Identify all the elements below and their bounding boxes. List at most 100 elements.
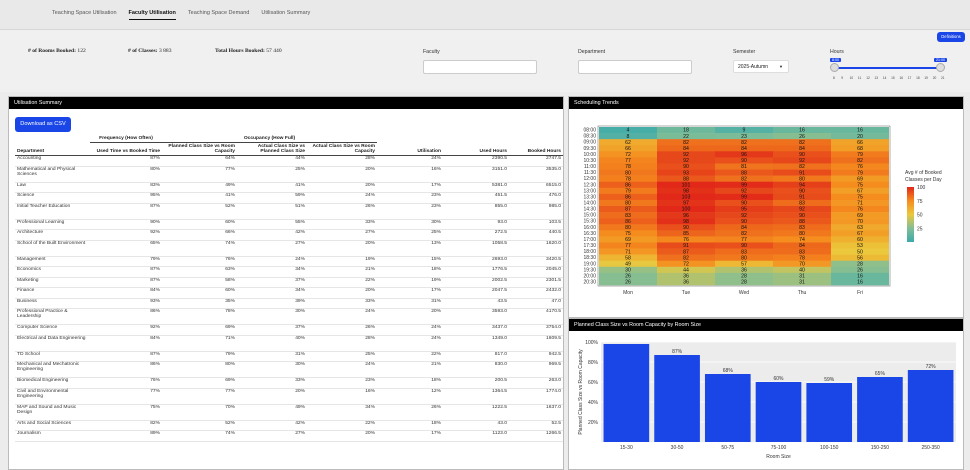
col-booked-hours[interactable]: Booked Hours	[509, 142, 563, 156]
utilisation-table-body: Accounting 87% 64% 44% 28% 24% 2390.5 2747.5 Mat…	[15, 156, 563, 441]
department-input[interactable]	[578, 60, 692, 74]
col-planned-vs-capacity[interactable]: Planned Class Size vs Room Capacity	[162, 142, 237, 156]
table-row[interactable]: Computer Science 92% 69% 37% 26% 24% 3437.0 375…	[15, 325, 563, 335]
value-cell: 985.0	[548, 203, 561, 209]
col-used-vs-booked[interactable]: Used Time vs Booked Time	[90, 142, 162, 156]
tab-teaching-space-demand[interactable]: Teaching Space Demand	[188, 10, 249, 20]
table-row[interactable]: Management 79% 76% 24% 19% 15% 2693.0 3420.5	[15, 256, 563, 267]
bar	[806, 383, 853, 442]
table-row[interactable]: Biomedical Engineering 76% 69% 33% 23% 18% 200…	[15, 378, 563, 388]
y-axis-label: Planned Class Size vs Room Capacity	[578, 349, 584, 435]
x-tick-label: 250-350	[921, 445, 940, 451]
value-cell: 23%	[431, 193, 441, 198]
department-cell: MAP and Sound and Music Design	[17, 404, 77, 415]
value-cell: 80%	[150, 166, 160, 172]
value-cell: 63%	[225, 267, 235, 272]
value-cell: 830.0	[494, 362, 507, 367]
faculty-label: Faculty	[423, 49, 440, 55]
bar-value-label: 87%	[672, 349, 683, 355]
table-row[interactable]: Journalism 89% 74% 27% 20% 17% 1123.0 1266.5	[15, 431, 563, 441]
table-row[interactable]: Professional Practice & Leadership 86% 78%…	[15, 309, 563, 325]
scheduling-trends-title: Scheduling Trends	[569, 97, 963, 109]
value-cell: 17%	[431, 431, 441, 436]
col-utilisation[interactable]: Utilisation	[377, 142, 443, 156]
col-used-hours[interactable]: Used Hours	[443, 142, 509, 156]
table-row[interactable]: Law 83% 49% 41% 20% 17% 5381.0 6515.0	[15, 182, 563, 193]
classes-stat: # of Classes: 3 883	[128, 48, 172, 54]
hours-booked-stat: Total Hours Booked: 57 440	[215, 48, 282, 54]
value-cell: 25%	[295, 166, 305, 172]
value-cell: 1266.5	[546, 431, 561, 436]
department-cell: Computer Science	[17, 325, 58, 330]
utilisation-table: Frequency (How Often) Occupancy (How Ful…	[15, 135, 563, 442]
hours-slider[interactable]: 8:00 21:00 8 9 10 11 12 13 14 15 16 17 18 19 20 21	[830, 58, 947, 84]
table-row[interactable]: School of the Built Environment 65% 74% 27%…	[15, 240, 563, 256]
hours-tick-label: 11	[857, 76, 862, 80]
x-tick-label: 30-50	[671, 445, 684, 451]
heatmap-legend-tick: 75	[917, 199, 923, 205]
value-cell: 17%	[431, 182, 441, 188]
value-cell: 35%	[225, 298, 235, 304]
tab-teaching-space-utilisation[interactable]: Teaching Space Utilisation	[52, 10, 117, 20]
heatmap-legend-title: Avg # of Booked Classes per Day	[905, 170, 942, 183]
download-csv-button[interactable]: Download as CSV	[15, 117, 71, 132]
definitions-button[interactable]: Definitions	[937, 32, 965, 42]
value-cell: 942.5	[548, 351, 561, 357]
value-cell: 15%	[431, 256, 441, 262]
table-row[interactable]: Business 93% 35% 39% 33% 31% 43.5 47.0	[15, 298, 563, 309]
heatmap-day-label: Mon	[623, 290, 633, 296]
tab-list: Teaching Space Utilisation Faculty Utili…	[52, 10, 310, 20]
value-cell: 22%	[431, 351, 441, 357]
hours-max-value: 21:00	[934, 58, 947, 62]
table-row[interactable]: Electrical and Data Engineering 84% 71% 40%…	[15, 335, 563, 351]
table-row[interactable]: Mechanical and Mechatronic Engineering 86…	[15, 362, 563, 378]
table-row[interactable]: Marketing 87% 58% 37% 22% 19% 2002.5 2301.5	[15, 277, 563, 288]
table-row[interactable]: Mathematical and Physical Sciences 80% 77%…	[15, 166, 563, 182]
value-cell: 18%	[431, 267, 441, 272]
table-row[interactable]: Initial Teacher Education 87% 52% 51% 26% 23%…	[15, 203, 563, 219]
hours-tick-label: 14	[882, 76, 887, 80]
col-actual-vs-planned[interactable]: Actual Class Size vs Planned Class Size	[237, 142, 307, 156]
value-cell: 26%	[365, 325, 375, 330]
value-cell: 2045.0	[546, 267, 561, 272]
value-cell: 33%	[365, 219, 375, 225]
col-department[interactable]: Department	[15, 142, 90, 156]
table-row[interactable]: Science 95% 41% 59% 24% 23% 451.5 476.0	[15, 193, 563, 203]
table-row[interactable]: Economics 87% 63% 34% 21% 18% 1776.5 2045.0	[15, 267, 563, 277]
bar	[704, 374, 751, 442]
table-row[interactable]: Architecture 92% 66% 42% 27% 25% 272.5 440.5	[15, 230, 563, 240]
value-cell: 76%	[150, 378, 160, 383]
value-cell: 84%	[150, 288, 160, 293]
value-cell: 77%	[225, 388, 235, 394]
semester-select[interactable]: 2025-Autumn ▼	[733, 60, 789, 73]
department-cell: Initial Teacher Education	[17, 203, 71, 209]
value-cell: 87%	[150, 277, 160, 283]
table-row[interactable]: Arts and Social Sciences 82% 52% 42% 22% 18% 4…	[15, 420, 563, 431]
table-row[interactable]: TD School 87% 79% 31% 25% 22% 817.0 942.5	[15, 351, 563, 362]
value-cell: 2390.5	[492, 156, 507, 161]
hours-tick-label: 16	[899, 76, 903, 80]
hours-slider-max-handle[interactable]	[936, 63, 945, 72]
table-row[interactable]: Accounting 87% 64% 44% 28% 24% 2390.5 2747.5	[15, 156, 563, 166]
tab-faculty-utilisation[interactable]: Faculty Utilisation	[128, 10, 176, 20]
value-cell: 76%	[225, 256, 235, 262]
table-row[interactable]: MAP and Sound and Music Design 75% 70% 49% 3…	[15, 404, 563, 420]
classes-label: # of Classes:	[128, 48, 158, 54]
table-row[interactable]: Civil and Environmental Engineering 77% 77…	[15, 388, 563, 404]
faculty-input[interactable]	[423, 60, 537, 74]
y-tick-label: 60%	[588, 380, 599, 386]
value-cell: 20%	[365, 182, 375, 188]
heatmap-cell-value: 16	[857, 280, 863, 286]
value-cell: 83%	[150, 182, 160, 188]
heatmap-day-label: Wed	[739, 290, 749, 296]
value-cell: 34%	[365, 404, 375, 410]
value-cell: 22%	[365, 420, 375, 426]
value-cell: 87%	[150, 267, 160, 272]
hours-tick-label: 12	[866, 76, 870, 80]
col-actual-vs-capacity[interactable]: Actual Class Size vs Room Capacity	[307, 142, 377, 156]
department-cell: Mathematical and Physical Sciences	[17, 166, 76, 177]
tab-utilisation-summary[interactable]: Utilisation Summary	[261, 10, 310, 20]
table-row[interactable]: Finance 84% 60% 34% 20% 17% 2047.5 2432.0	[15, 288, 563, 298]
hours-slider-min-handle[interactable]	[830, 63, 839, 72]
table-row[interactable]: Professional Learning 90% 60% 55% 33% 30% 93.0…	[15, 219, 563, 230]
